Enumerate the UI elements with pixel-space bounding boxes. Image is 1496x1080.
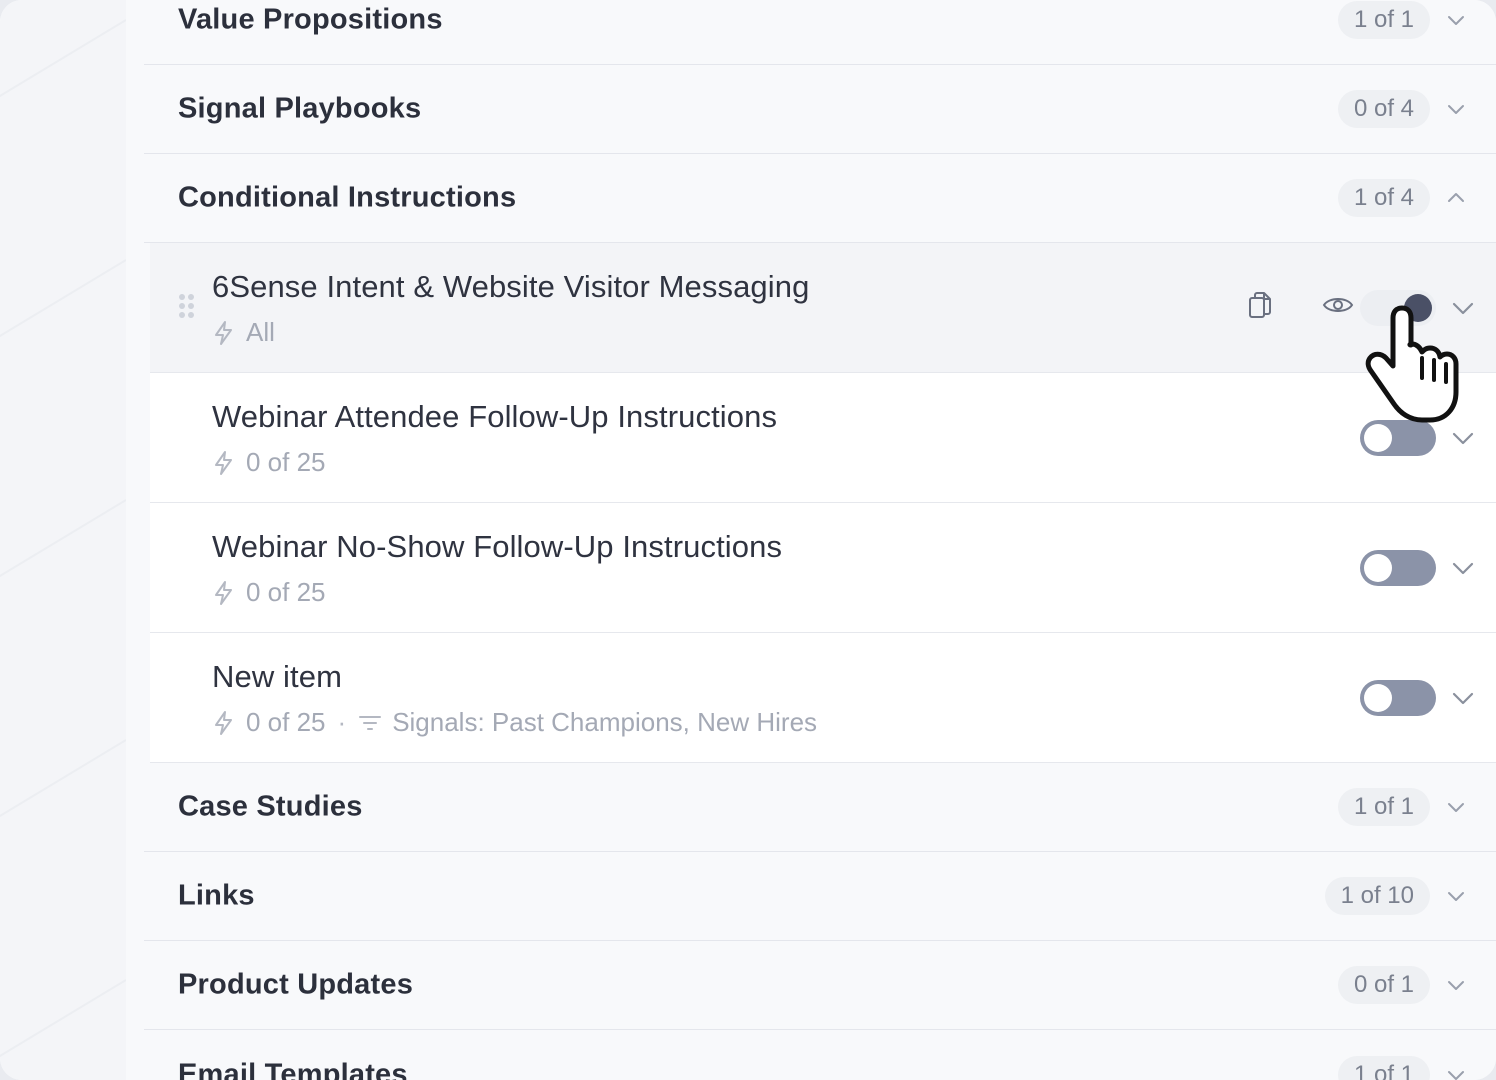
section-count-badge: 1 of 1 bbox=[1337, 788, 1430, 826]
chevron-down-icon[interactable] bbox=[1446, 975, 1466, 995]
item-meta: 0 of 25 · Signals: Past Champions, New H… bbox=[212, 707, 817, 738]
chevron-up-icon[interactable] bbox=[1446, 188, 1466, 208]
section-signal-playbooks[interactable]: Signal Playbooks 0 of 4 bbox=[144, 65, 1496, 154]
chevron-down-icon[interactable] bbox=[1446, 99, 1466, 119]
list-item-webinar-attendee[interactable]: Webinar Attendee Follow-Up Instructions … bbox=[150, 373, 1496, 503]
eye-icon[interactable] bbox=[1322, 289, 1354, 321]
chevron-down-icon[interactable] bbox=[1446, 10, 1466, 30]
section-count-badge: 1 of 1 bbox=[1337, 1055, 1430, 1080]
chevron-down-icon[interactable] bbox=[1446, 1065, 1466, 1080]
section-title: Links bbox=[178, 879, 255, 912]
item-usage-count: 0 of 25 bbox=[246, 447, 326, 477]
item-usage-count: 0 of 25 bbox=[246, 577, 326, 607]
section-product-updates[interactable]: Product Updates 0 of 1 bbox=[144, 941, 1496, 1030]
section-links[interactable]: Links 1 of 10 bbox=[144, 852, 1496, 941]
enable-toggle[interactable] bbox=[1360, 290, 1436, 326]
lightning-icon bbox=[215, 710, 232, 735]
item-title: Webinar Attendee Follow-Up Instructions bbox=[212, 399, 778, 434]
item-scope: All bbox=[246, 317, 275, 347]
section-count-badge: 1 of 1 bbox=[1337, 1, 1430, 39]
list-item-new-item[interactable]: New item 0 of 25 · Signals: Past Champio… bbox=[150, 633, 1496, 763]
enable-toggle[interactable] bbox=[1360, 680, 1436, 716]
section-title: Email Templates bbox=[178, 1058, 408, 1080]
copy-icon[interactable] bbox=[1244, 289, 1276, 321]
background-pattern bbox=[0, 19, 126, 1058]
section-case-studies[interactable]: Case Studies 1 of 1 bbox=[144, 763, 1496, 852]
section-count-badge: 1 of 10 bbox=[1324, 877, 1430, 915]
section-title: Case Studies bbox=[178, 790, 363, 823]
enable-toggle[interactable] bbox=[1360, 420, 1436, 456]
drag-handle-icon[interactable] bbox=[178, 293, 196, 319]
content-panel: Value Propositions 1 of 1 Signal Playboo… bbox=[126, 0, 1496, 1080]
item-title: New item bbox=[212, 659, 342, 694]
lightning-icon bbox=[215, 580, 232, 605]
lightning-icon bbox=[215, 320, 232, 345]
filter-icon bbox=[359, 715, 382, 730]
list-item-webinar-no-show[interactable]: Webinar No-Show Follow-Up Instructions 0… bbox=[150, 503, 1496, 633]
item-meta: 0 of 25 bbox=[212, 577, 326, 608]
chevron-down-icon[interactable] bbox=[1450, 685, 1476, 711]
chevron-down-icon[interactable] bbox=[1450, 425, 1476, 451]
lightning-icon bbox=[215, 450, 232, 475]
item-title: Webinar No-Show Follow-Up Instructions bbox=[212, 529, 783, 564]
section-count-badge: 1 of 4 bbox=[1337, 179, 1430, 217]
section-count-badge: 0 of 1 bbox=[1337, 966, 1430, 1004]
chevron-down-icon[interactable] bbox=[1450, 555, 1476, 581]
section-title: Product Updates bbox=[178, 968, 414, 1001]
section-conditional-instructions[interactable]: Conditional Instructions 1 of 4 bbox=[144, 154, 1496, 243]
section-value-propositions[interactable]: Value Propositions 1 of 1 bbox=[144, 0, 1496, 65]
section-title: Signal Playbooks bbox=[178, 92, 422, 125]
meta-separator: · bbox=[337, 707, 347, 737]
section-email-templates[interactable]: Email Templates 1 of 1 bbox=[144, 1030, 1496, 1080]
item-meta: All bbox=[212, 317, 275, 348]
item-signals: Signals: Past Champions, New Hires bbox=[392, 707, 818, 737]
list-item-6sense-intent[interactable]: 6Sense Intent & Website Visitor Messagin… bbox=[150, 243, 1496, 373]
item-usage-count: 0 of 25 bbox=[246, 707, 326, 737]
chevron-down-icon[interactable] bbox=[1446, 886, 1466, 906]
section-title: Conditional Instructions bbox=[178, 181, 517, 214]
section-title: Value Propositions bbox=[178, 3, 443, 36]
item-title: 6Sense Intent & Website Visitor Messagin… bbox=[212, 269, 810, 304]
enable-toggle[interactable] bbox=[1360, 550, 1436, 586]
chevron-down-icon[interactable] bbox=[1446, 797, 1466, 817]
app-window: Value Propositions 1 of 1 Signal Playboo… bbox=[0, 0, 1496, 1080]
item-meta: 0 of 25 bbox=[212, 447, 326, 478]
left-rail bbox=[0, 0, 126, 1080]
section-count-badge: 0 of 4 bbox=[1337, 90, 1430, 128]
chevron-down-icon[interactable] bbox=[1450, 295, 1476, 321]
